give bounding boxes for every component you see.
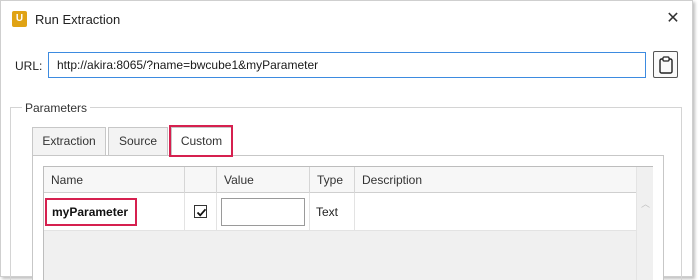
column-header-description[interactable]: Description — [355, 167, 636, 193]
grid-scrollbar[interactable]: ︿ — [636, 167, 653, 280]
parameter-description-cell — [355, 193, 636, 231]
column-header-type[interactable]: Type — [310, 167, 355, 193]
parameter-name-cell: myParameter — [44, 193, 185, 231]
value-cell — [217, 193, 310, 231]
tab-source[interactable]: Source — [108, 127, 168, 155]
parameter-type-cell: Text — [310, 193, 355, 231]
title-bar: U Run Extraction ✕ — [1, 1, 692, 39]
url-label: URL: — [15, 59, 43, 73]
copy-to-clipboard-button[interactable] — [653, 51, 678, 78]
table-row[interactable]: myParameter Text — [44, 193, 636, 231]
enabled-checkbox[interactable] — [194, 205, 207, 218]
scroll-up-chevron-icon[interactable]: ︿ — [641, 200, 650, 209]
checkmark-icon — [196, 208, 207, 217]
tab-custom[interactable]: Custom — [171, 127, 232, 156]
app-logo-icon: U — [12, 11, 27, 27]
parameters-group-label: Parameters — [22, 101, 91, 115]
grid-header: Name Value Type Description — [44, 167, 636, 193]
clipboard-icon — [659, 56, 673, 74]
parameters-grid: Name Value Type Description myParameter … — [43, 166, 653, 280]
tab-extraction[interactable]: Extraction — [32, 127, 106, 155]
close-button[interactable]: ✕ — [663, 9, 683, 29]
column-header-enabled[interactable] — [185, 167, 217, 193]
enabled-cell — [185, 193, 217, 231]
run-extraction-dialog: U Run Extraction ✕ URL: Parameters Extra… — [0, 0, 693, 280]
window-title: Run Extraction — [35, 12, 121, 27]
parameter-value-input[interactable] — [221, 198, 305, 226]
column-header-name[interactable]: Name — [44, 167, 185, 193]
column-header-value[interactable]: Value — [217, 167, 310, 193]
url-input[interactable] — [48, 52, 646, 78]
